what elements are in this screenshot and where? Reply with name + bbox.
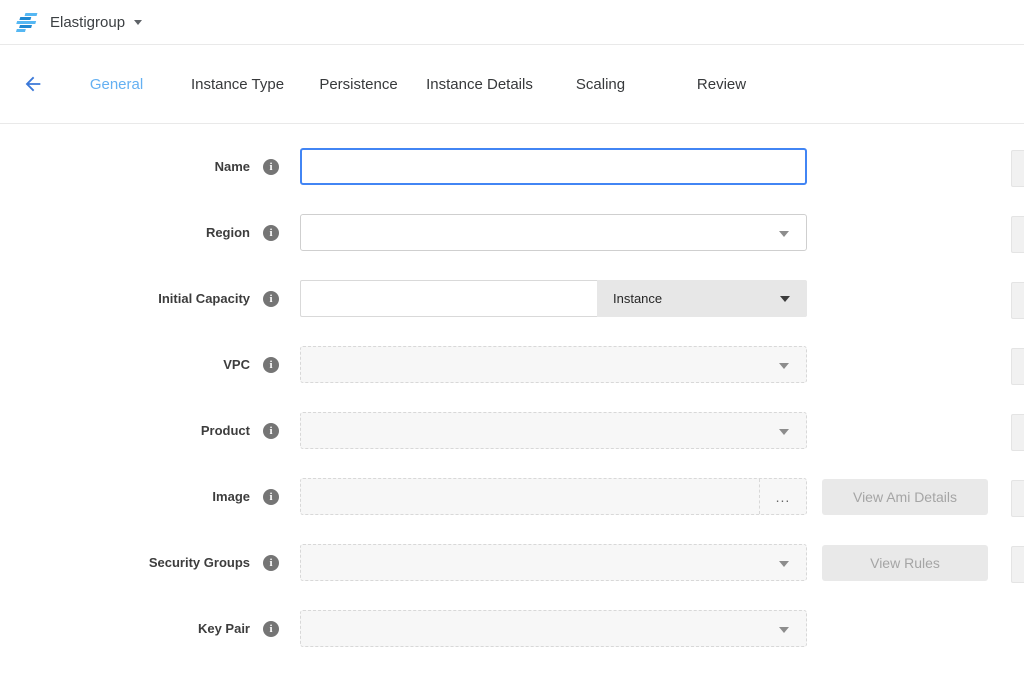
clipped-element-fragment — [1011, 414, 1024, 451]
view-rules-button[interactable]: View Rules — [822, 545, 988, 581]
form-row-image: Image i ... View Ami Details — [0, 478, 1024, 515]
chevron-down-icon — [780, 296, 790, 302]
tab-scaling[interactable]: Scaling — [540, 70, 661, 99]
wizard-tabs: General Instance Type Persistence Instan… — [56, 70, 782, 99]
region-select[interactable] — [300, 214, 807, 251]
form-row-name: Name i — [0, 148, 1024, 185]
chevron-down-icon — [779, 231, 789, 237]
capacity-unit-value: Instance — [613, 291, 662, 306]
name-input[interactable] — [300, 148, 807, 185]
wizard-tab-bar: General Instance Type Persistence Instan… — [0, 45, 1024, 124]
info-icon[interactable]: i — [263, 357, 279, 373]
info-icon[interactable]: i — [263, 423, 279, 439]
tab-instance-type[interactable]: Instance Type — [177, 70, 298, 99]
image-label: Image — [0, 489, 250, 504]
security-groups-label: Security Groups — [0, 555, 250, 570]
clipped-element-fragment — [1011, 150, 1024, 187]
key-pair-label: Key Pair — [0, 621, 250, 636]
form-row-security-groups: Security Groups i View Rules — [0, 544, 1024, 581]
form-row-key-pair: Key Pair i — [0, 610, 1024, 647]
product-select — [300, 412, 807, 449]
info-icon[interactable]: i — [263, 489, 279, 505]
key-pair-select — [300, 610, 807, 647]
vpc-select — [300, 346, 807, 383]
chevron-down-icon — [779, 429, 789, 435]
product-switcher[interactable]: Elastigroup — [14, 11, 142, 33]
back-button[interactable] — [22, 73, 44, 95]
form-row-vpc: VPC i — [0, 346, 1024, 383]
initial-capacity-label: Initial Capacity — [0, 291, 250, 306]
name-label: Name — [0, 159, 250, 174]
elastigroup-logo-icon — [14, 11, 40, 33]
product-name: Elastigroup — [50, 14, 125, 31]
product-switcher-caret-icon — [134, 20, 142, 25]
tab-general[interactable]: General — [56, 70, 177, 99]
clipped-element-fragment — [1011, 546, 1024, 583]
info-icon[interactable]: i — [263, 291, 279, 307]
info-icon[interactable]: i — [263, 621, 279, 637]
image-picker-value — [301, 479, 759, 514]
image-browse-button[interactable]: ... — [759, 479, 806, 514]
back-arrow-icon — [22, 73, 44, 95]
capacity-unit-select[interactable]: Instance — [597, 280, 807, 317]
top-bar: Elastigroup — [0, 0, 1024, 45]
initial-capacity-input[interactable] — [300, 280, 597, 317]
chevron-down-icon — [779, 363, 789, 369]
elastigroup-create-wizard: Elastigroup General Instance Type Persis… — [0, 0, 1024, 688]
info-icon[interactable]: i — [263, 159, 279, 175]
form-row-region: Region i — [0, 214, 1024, 251]
tab-review[interactable]: Review — [661, 70, 782, 99]
info-icon[interactable]: i — [263, 555, 279, 571]
region-label: Region — [0, 225, 250, 240]
tab-instance-details[interactable]: Instance Details — [419, 70, 540, 99]
chevron-down-icon — [779, 627, 789, 633]
chevron-down-icon — [779, 561, 789, 567]
clipped-element-fragment — [1011, 480, 1024, 517]
general-settings-form: Name i Region i Initial Capacity i In — [0, 124, 1024, 647]
clipped-element-fragment — [1011, 348, 1024, 385]
form-row-product: Product i — [0, 412, 1024, 449]
clipped-element-fragment — [1011, 216, 1024, 253]
info-icon[interactable]: i — [263, 225, 279, 241]
form-row-initial-capacity: Initial Capacity i Instance — [0, 280, 1024, 317]
image-picker: ... — [300, 478, 807, 515]
security-groups-select — [300, 544, 807, 581]
vpc-label: VPC — [0, 357, 250, 372]
tab-persistence[interactable]: Persistence — [298, 70, 419, 99]
clipped-element-fragment — [1011, 282, 1024, 319]
product-label: Product — [0, 423, 250, 438]
view-ami-details-button[interactable]: View Ami Details — [822, 479, 988, 515]
